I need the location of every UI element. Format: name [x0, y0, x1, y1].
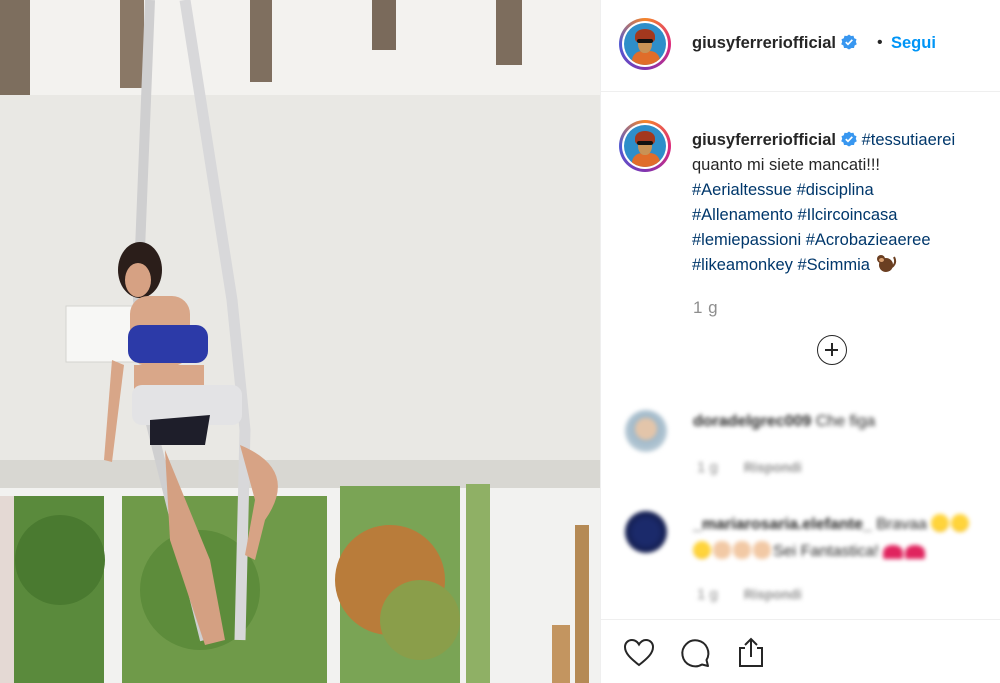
heart-icon[interactable]: [622, 636, 656, 670]
comment-meta: 1 g Rispondi: [697, 586, 802, 603]
star-eyes-emoji-icon: [931, 514, 950, 532]
hashtag-link[interactable]: #Ilcircoincasa: [798, 206, 898, 224]
author-username-text[interactable]: giusyferreriofficial: [692, 34, 836, 52]
comment-time: 1 g: [697, 459, 718, 476]
clap-emoji-icon: [713, 541, 731, 559]
comment-text: _mariarosaria.elefante_ Bravaa Sei Fanta…: [693, 511, 993, 565]
clap-emoji-icon: [733, 541, 751, 559]
follow-button[interactable]: Segui: [891, 34, 936, 53]
hashtag-link[interactable]: #likeamonkey: [692, 256, 793, 274]
caption-line: quanto mi siete mancati!!!: [692, 156, 881, 174]
aerial-silks-photo: [0, 0, 600, 683]
comment-icon[interactable]: [678, 636, 712, 670]
heart-emoji-icon: [883, 545, 904, 559]
commenter-avatar[interactable]: [625, 410, 667, 452]
comment-time: 1 g: [697, 586, 718, 603]
hashtag-link[interactable]: #Aerialtessue: [692, 181, 792, 199]
caption-username[interactable]: giusyferreriofficial: [692, 131, 836, 149]
share-icon[interactable]: [734, 636, 768, 670]
reply-button[interactable]: Rispondi: [744, 460, 802, 475]
hashtag-link[interactable]: #disciplina: [797, 181, 874, 199]
post-photo[interactable]: [0, 0, 600, 683]
clap-emoji-icon: [753, 541, 771, 559]
hashtag-link[interactable]: #Allenamento: [692, 206, 793, 224]
star-eyes-emoji-icon: [951, 514, 970, 532]
action-bar: [601, 619, 1000, 683]
commenter-avatar[interactable]: [625, 511, 667, 553]
hashtag-link[interactable]: #Scimmia: [797, 256, 869, 274]
verified-badge-icon: [841, 131, 857, 147]
caption-text: giusyferreriofficial #tessutiaerei quant…: [692, 128, 992, 278]
hashtag-link[interactable]: #lemiepassioni: [692, 231, 801, 249]
post-side-panel: giusyferreriofficial • Segui giusyferrer…: [600, 0, 1000, 683]
star-eyes-emoji-icon: [693, 541, 711, 559]
verified-badge-icon: [841, 34, 857, 50]
comment-body: Sei Fantastica!: [773, 543, 879, 560]
caption-avatar[interactable]: [619, 120, 671, 172]
post-header: giusyferreriofficial • Segui: [601, 0, 1000, 92]
monkey-emoji-icon: [876, 255, 896, 272]
heart-emoji-icon: [905, 545, 926, 559]
hashtag-link[interactable]: #Acrobazieaeree: [806, 231, 931, 249]
separator-dot: •: [877, 34, 883, 51]
reply-button[interactable]: Rispondi: [744, 587, 802, 602]
post-time: 1 g: [693, 298, 719, 317]
comment-text: doradelgrec009 Che figa: [693, 408, 993, 435]
author-avatar[interactable]: [619, 18, 671, 70]
comment-body: Che figa: [815, 413, 876, 430]
comment-body: Bravaa: [876, 516, 927, 533]
comment-username[interactable]: _mariarosaria.elefante_: [693, 516, 872, 533]
load-more-comments-button[interactable]: [817, 335, 847, 365]
hashtag-link[interactable]: #tessutiaerei: [862, 131, 956, 149]
author-username[interactable]: giusyferreriofficial: [692, 34, 857, 53]
comment-meta: 1 g Rispondi: [697, 459, 802, 476]
comment-username[interactable]: doradelgrec009: [693, 413, 811, 430]
